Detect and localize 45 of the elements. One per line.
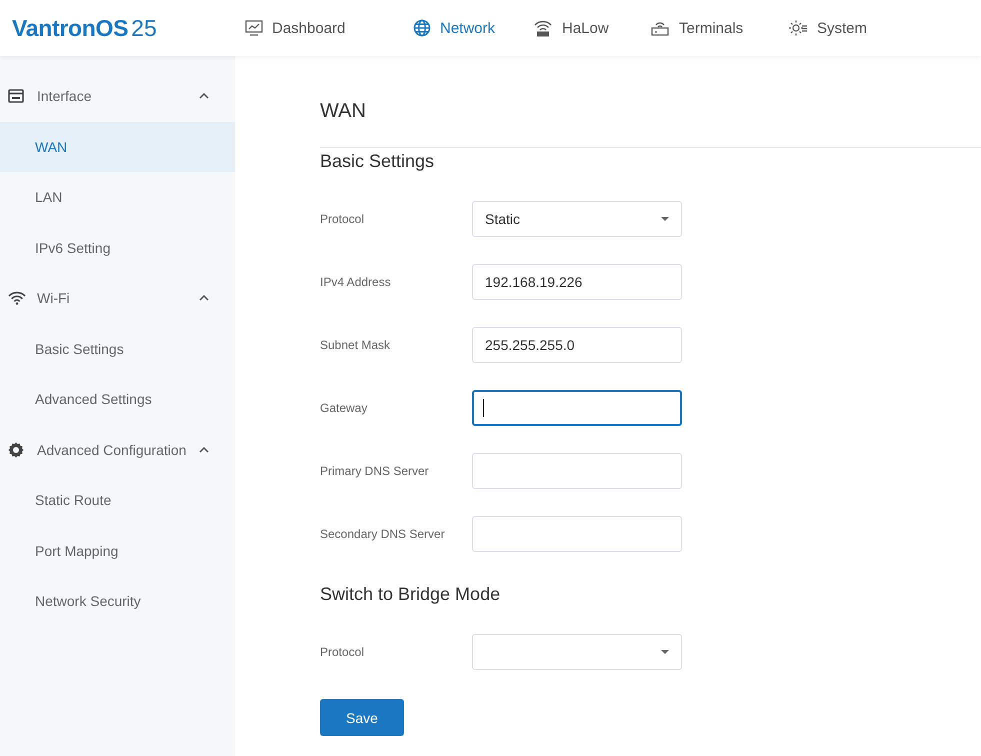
select-field[interactable]: Static <box>472 201 682 237</box>
field-label: Subnet Mask <box>320 338 392 352</box>
menu-group-label[interactable]: Wi-Fi <box>37 290 199 306</box>
select-field[interactable] <box>472 634 682 670</box>
globe-icon <box>413 19 431 37</box>
save-button[interactable]: Save <box>320 699 404 736</box>
window-icon <box>8 89 24 104</box>
input-field[interactable]: 192.168.19.226 <box>472 264 682 300</box>
brand-name: VantronOS <box>12 14 128 42</box>
page-title: WAN <box>320 98 981 148</box>
sidebar-item[interactable]: Static Route <box>0 475 235 526</box>
sidebar-item[interactable]: Port Mapping <box>0 526 235 576</box>
settings-icon <box>8 442 24 458</box>
nav-tab[interactable]: Dashboard <box>237 8 405 48</box>
field-label: Primary DNS Server <box>320 464 430 478</box>
chevron-icon <box>199 446 209 453</box>
sidebar-item[interactable]: Advanced Settings <box>0 374 235 424</box>
field-label: Gateway <box>320 401 368 415</box>
input-field[interactable] <box>472 390 682 426</box>
brand-version: 25 <box>131 14 157 42</box>
menu-group-label[interactable]: Interface <box>37 88 199 104</box>
field-label: Protocol <box>320 212 366 226</box>
nav-tab[interactable]: HaLow <box>525 8 642 48</box>
field-label: IPv4 Address <box>320 275 392 289</box>
section-title: Switch to Bridge Mode <box>320 583 502 606</box>
section-title: Basic Settings <box>320 150 436 173</box>
nav-tab[interactable]: Terminals <box>642 8 780 48</box>
sidebar-item[interactable]: Basic Settings <box>0 324 235 374</box>
chevron-icon <box>199 93 209 100</box>
input-field[interactable]: 255.255.255.0 <box>472 327 682 363</box>
sidebar-item[interactable]: LAN <box>0 172 235 222</box>
menu-group-label[interactable]: Advanced Configuration <box>37 442 199 458</box>
nav-tab[interactable]: Network <box>405 8 525 48</box>
field-label: Protocol <box>320 645 366 659</box>
caret-icon <box>661 650 669 654</box>
sidebar-item[interactable]: IPv6 Setting <box>0 222 235 273</box>
chevron-icon <box>199 295 209 302</box>
chart-icon <box>245 20 263 36</box>
caret-icon <box>661 217 669 221</box>
wifi-icon <box>8 291 26 306</box>
sidebar-item[interactable]: WAN <box>0 122 235 172</box>
sidebar-item[interactable]: Network Security <box>0 576 235 626</box>
field-label: Secondary DNS Server <box>320 527 446 541</box>
nav-tab[interactable]: System <box>780 8 900 48</box>
wireless-icon <box>533 19 553 37</box>
